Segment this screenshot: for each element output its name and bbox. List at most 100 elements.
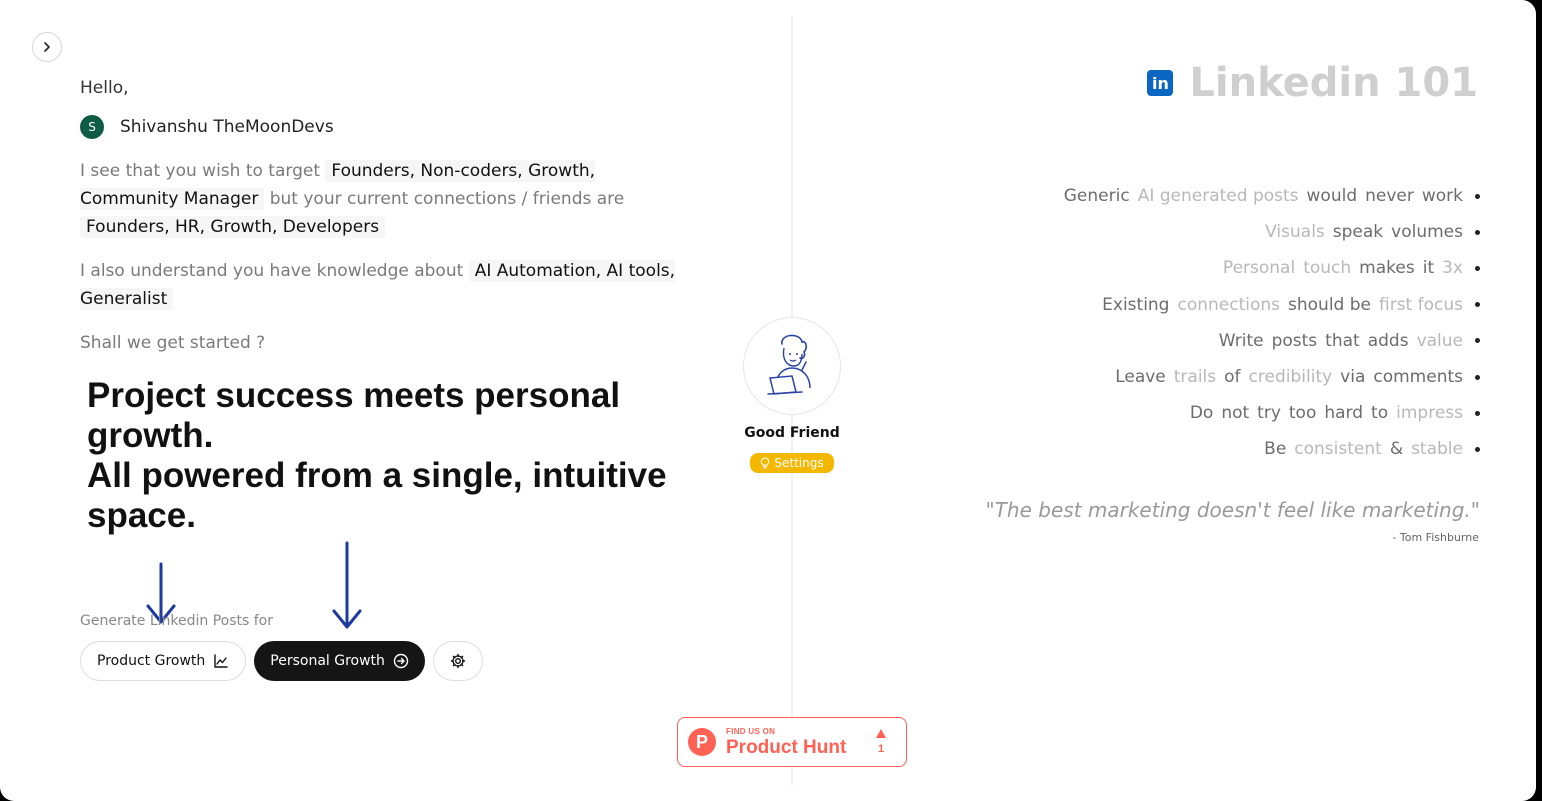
expand-sidebar-button[interactable]	[32, 32, 62, 62]
intro-section: Hello, S Shivanshu TheMoonDevs I see tha…	[80, 76, 680, 357]
personal-growth-label: Personal Growth	[270, 653, 385, 669]
tip-item: Do not try too hard to impress	[1064, 395, 1480, 431]
tip-word: speak	[1332, 222, 1384, 243]
friend-name: Good Friend	[744, 425, 840, 441]
greeting: Hello,	[80, 78, 129, 98]
app-frame: Hello, S Shivanshu TheMoonDevs I see tha…	[0, 0, 1536, 801]
tip-word: posts	[1271, 330, 1318, 351]
target-prefix: I see that you wish to target	[80, 161, 320, 181]
user-name: Shivanshu TheMoonDevs	[120, 117, 334, 137]
bullet-icon	[1475, 229, 1480, 235]
generate-buttons: Product Growth Personal Growth	[80, 641, 483, 681]
personal-growth-button[interactable]: Personal Growth	[254, 641, 425, 681]
tip-word: Visuals	[1265, 222, 1325, 243]
headline: Project success meets personal growth. A…	[87, 376, 677, 536]
good-friend-card: Good Friend Settings	[742, 317, 842, 474]
tip-word: to	[1371, 403, 1389, 424]
friend-settings-button[interactable]: Settings	[750, 453, 834, 473]
tip-item: Be consistent & stable	[1064, 431, 1480, 467]
avatar: S	[80, 115, 104, 139]
tip-word: never	[1365, 186, 1414, 207]
ph-name: Product Hunt	[726, 736, 847, 758]
headline-line-1: Project success meets personal growth.	[87, 376, 621, 455]
gear-icon	[450, 653, 466, 669]
tip-word: Be	[1264, 439, 1287, 460]
tip-word: via	[1340, 367, 1366, 388]
tip-item: Visuals speak volumes	[1064, 214, 1480, 250]
tip-word: impress	[1396, 403, 1463, 424]
tip-word: too	[1288, 403, 1317, 424]
ph-vote-count: 1	[877, 743, 885, 755]
ph-votes: 1	[876, 728, 886, 756]
tip-item: Leave trails of credibility via comments	[1064, 359, 1480, 395]
product-hunt-logo-icon: P	[688, 728, 716, 756]
quote-author: - Tom Fishburne	[1392, 531, 1479, 544]
tip-word: Existing	[1102, 294, 1170, 315]
linkedin-title: in Linkedin 101	[1147, 60, 1478, 106]
friend-illustration	[743, 317, 841, 415]
page-title: Linkedin 101	[1189, 60, 1478, 106]
tip-word: that	[1325, 330, 1360, 351]
upvote-triangle-icon	[876, 729, 886, 738]
product-growth-button[interactable]: Product Growth	[80, 641, 247, 681]
tip-word: adds	[1367, 330, 1409, 351]
tip-word: first focus	[1379, 294, 1463, 315]
get-started-text: Shall we get started ?	[80, 333, 266, 353]
tip-word: 3x	[1442, 258, 1463, 279]
tip-word: Personal	[1222, 258, 1296, 279]
connections-value: Founders, HR, Growth, Developers	[80, 216, 386, 238]
tip-word: Leave	[1115, 367, 1166, 388]
tip-word: value	[1416, 330, 1463, 351]
product-growth-label: Product Growth	[97, 653, 206, 669]
ph-find-us: FIND US ON	[726, 726, 776, 736]
linkedin-icon: in	[1147, 70, 1174, 96]
product-hunt-badge[interactable]: P FIND US ON Product Hunt 1	[677, 717, 907, 767]
tip-word: work	[1421, 186, 1463, 207]
user-row: S Shivanshu TheMoonDevs	[80, 115, 680, 139]
tip-word: try	[1257, 403, 1281, 424]
bullet-icon	[1475, 374, 1480, 380]
tip-word: Generic	[1063, 186, 1130, 207]
tip-word: &	[1389, 439, 1404, 460]
settings-button[interactable]	[432, 641, 483, 681]
arrow-circle-right-icon	[393, 653, 409, 669]
bullet-icon	[1475, 302, 1480, 308]
person-illustration-icon	[767, 334, 811, 395]
bullet-icon	[1475, 410, 1480, 416]
tip-item: Generic AI generated posts would never work	[1064, 178, 1480, 214]
tip-word: AI generated posts	[1137, 186, 1299, 207]
target-paragraph: I see that you wish to target Founders, …	[80, 157, 680, 241]
quote: "The best marketing doesn't feel like ma…	[985, 498, 1480, 522]
knowledge-paragraph: I also understand you have knowledge abo…	[80, 257, 680, 313]
tip-word: Write	[1218, 330, 1264, 351]
lightbulb-icon	[761, 457, 770, 469]
tip-word: connections	[1177, 294, 1281, 315]
tip-word: touch	[1303, 258, 1352, 279]
tip-word: comments	[1373, 367, 1463, 388]
tip-word: trails	[1173, 367, 1217, 388]
arrow-down-icon	[332, 541, 362, 629]
bullet-icon	[1475, 446, 1480, 452]
tip-item: Write posts that adds value	[1064, 323, 1480, 359]
tip-word: stable	[1411, 439, 1463, 460]
knowledge-prefix: I also understand you have knowledge abo…	[80, 261, 464, 281]
tip-word: Do	[1189, 403, 1214, 424]
linkedin-tips-list: Generic AI generated posts would never work V…	[1064, 178, 1480, 468]
tip-word: makes	[1359, 258, 1415, 279]
tip-word: credibility	[1248, 367, 1333, 388]
tip-word: not	[1221, 403, 1250, 424]
bullet-icon	[1475, 193, 1480, 199]
bullet-icon	[1475, 338, 1480, 344]
friend-settings-label: Settings	[774, 456, 824, 470]
tip-item: Personal touch makes it 3x	[1064, 250, 1480, 286]
generate-label: Generate Linkedin Posts for	[80, 613, 274, 629]
tip-word: of	[1224, 367, 1241, 388]
tip-word: should be	[1288, 294, 1371, 315]
tip-word: consistent	[1294, 439, 1382, 460]
tip-word: volumes	[1391, 222, 1463, 243]
tip-word: would	[1306, 186, 1358, 207]
bullet-icon	[1475, 265, 1480, 271]
tip-word: it	[1422, 258, 1435, 279]
line-chart-icon	[214, 654, 228, 668]
tip-word: hard	[1324, 403, 1364, 424]
